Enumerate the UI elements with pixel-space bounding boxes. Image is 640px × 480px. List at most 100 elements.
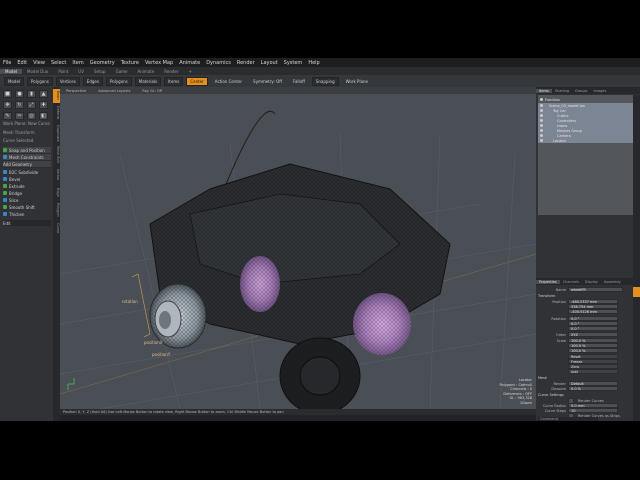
sphere-icon[interactable]: ● xyxy=(15,90,24,98)
loop-icon[interactable]: ◎ xyxy=(27,112,36,120)
layout-tab-add[interactable]: + xyxy=(184,69,197,74)
item-list-tree[interactable]: Function Scene_09_model.lxo Toy Car Cute… xyxy=(538,95,638,215)
snap-position-button[interactable]: Snap and Position xyxy=(3,147,51,154)
add-geometry-button[interactable]: Add Geometry xyxy=(3,161,51,168)
vtab-duplicate[interactable]: Duplicate xyxy=(53,123,60,143)
visibility-eye-icon[interactable] xyxy=(540,124,543,127)
layout-tab-setup[interactable]: Setup xyxy=(89,69,111,74)
visibility-eye-icon[interactable] xyxy=(540,104,543,107)
vtab-basic[interactable]: Basic xyxy=(53,89,60,103)
tool-thicken[interactable]: Thicken xyxy=(3,211,51,217)
menu-file[interactable]: File xyxy=(0,60,14,66)
toolbar-items-button[interactable]: Items xyxy=(164,76,184,86)
visibility-eye-icon[interactable] xyxy=(540,134,543,137)
rotate-icon[interactable]: ↻ xyxy=(15,101,24,109)
menu-render[interactable]: Render xyxy=(234,60,258,66)
scale-z-field[interactable]: 100.0 % xyxy=(568,348,618,353)
toolbar-vertices-button[interactable]: Vertices xyxy=(55,76,80,86)
pen-icon[interactable]: ✎ xyxy=(3,112,12,120)
toolbar-symmetry-dropdown[interactable]: Symmetry: Off xyxy=(249,77,286,86)
tab-images[interactable]: Images xyxy=(591,89,610,93)
toolbar-edges-button[interactable]: Edges xyxy=(82,76,103,86)
vtab-edge[interactable]: Edge xyxy=(53,185,60,199)
tool-bridge[interactable]: Bridge xyxy=(3,190,51,196)
visibility-eye-icon[interactable] xyxy=(540,119,543,122)
vtab-vertex[interactable]: Vertex xyxy=(53,167,60,183)
cube-icon[interactable]: ■ xyxy=(3,90,12,98)
vtab-deform[interactable]: Deform xyxy=(53,105,60,121)
menu-system[interactable]: System xyxy=(281,60,306,66)
tool-extrude[interactable]: Extrude xyxy=(3,183,51,189)
tool-slice[interactable]: Slice xyxy=(3,197,51,203)
3d-viewport[interactable]: Perspective Advanced Layouts Ray GL: Off xyxy=(60,87,536,409)
layout-tab-uv[interactable]: UV xyxy=(73,69,89,74)
position-z-field[interactable]: -400.5126 mm xyxy=(568,309,618,314)
menu-select[interactable]: Select xyxy=(48,60,69,66)
scale-icon[interactable]: ⤢ xyxy=(27,101,36,109)
vtab-mesh-edit[interactable]: Mesh Edit xyxy=(53,145,60,165)
menu-geometry[interactable]: Geometry xyxy=(87,60,118,66)
tab-items[interactable]: Items xyxy=(536,88,552,93)
tab-display[interactable]: Display xyxy=(582,280,601,284)
cone-icon[interactable]: ▲ xyxy=(39,90,48,98)
visibility-eye-icon[interactable] xyxy=(540,98,543,101)
properties-side-tab[interactable] xyxy=(633,287,640,297)
tab-channels[interactable]: Channels xyxy=(560,280,582,284)
toolbar-snapping-button[interactable]: Snapping xyxy=(311,76,339,86)
tool-b2c-subdivide[interactable]: B2C Subdivide xyxy=(3,169,51,175)
toolbar-falloff-dropdown[interactable]: Falloff xyxy=(289,77,309,86)
name-field[interactable]: wheelFR xyxy=(568,287,623,292)
command-input[interactable]: Command xyxy=(538,417,598,421)
viewport-layout-dropdown[interactable]: Advanced Layouts xyxy=(92,89,136,93)
move-icon[interactable]: ✥ xyxy=(3,101,12,109)
toolbar-work-plane-dropdown[interactable]: Work Plane xyxy=(342,77,372,86)
menu-help[interactable]: Help xyxy=(305,60,322,66)
cylinder-icon[interactable]: ▮ xyxy=(27,90,36,98)
visibility-eye-icon[interactable] xyxy=(540,109,543,112)
toolbar-polygons-mode-button[interactable]: Polygons xyxy=(27,76,53,86)
toolbar-materials-button[interactable]: Materials xyxy=(134,76,162,86)
vtab-polygon[interactable]: Polygon xyxy=(53,201,60,219)
tool-bevel[interactable]: Bevel xyxy=(3,176,51,182)
layout-tab-model[interactable]: Model xyxy=(0,68,23,74)
tree-row-function[interactable]: Function xyxy=(538,97,636,102)
menu-vertex-map[interactable]: Vertex Map xyxy=(142,60,176,66)
viewport-raygl-toggle[interactable]: Ray GL: Off xyxy=(136,89,168,93)
toolbar-center-button[interactable]: Center xyxy=(186,76,208,86)
layout-tab-render[interactable]: Render xyxy=(159,69,183,74)
tool-smooth-shift[interactable]: Smooth Shift xyxy=(3,204,51,210)
layout-tab-model-duo[interactable]: Model Duo xyxy=(22,69,53,74)
toolbar-polygons-button[interactable]: Polygons xyxy=(105,76,132,86)
menu-texture[interactable]: Texture xyxy=(118,60,142,66)
tab-shading[interactable]: Shading xyxy=(552,89,572,93)
visibility-eye-icon[interactable] xyxy=(540,114,543,117)
mirror-icon[interactable]: ◧ xyxy=(39,112,48,120)
menu-item[interactable]: Item xyxy=(69,60,86,66)
edit-dropdown[interactable]: Edit xyxy=(3,220,51,226)
tab-properties[interactable]: Properties xyxy=(536,279,560,284)
menu-view[interactable]: View xyxy=(30,60,48,66)
toolbar-action-center-dropdown[interactable]: Action Center xyxy=(211,77,246,86)
tab-groups[interactable]: Groups xyxy=(572,89,590,93)
transform-icon[interactable]: ✚ xyxy=(39,101,48,109)
knife-icon[interactable]: ✂ xyxy=(15,112,24,120)
layout-tab-animate[interactable]: Animate xyxy=(133,69,160,74)
visibility-eye-icon[interactable] xyxy=(540,129,543,132)
order-dropdown[interactable]: XYZ xyxy=(568,332,618,337)
viewport-perspective-dropdown[interactable]: Perspective xyxy=(60,89,92,93)
tab-assembly[interactable]: Assembly xyxy=(601,280,624,284)
rotation-z-field[interactable]: 0.0 ° xyxy=(568,326,618,331)
visibility-eye-icon[interactable] xyxy=(540,139,543,142)
menu-edit[interactable]: Edit xyxy=(14,60,30,66)
mesh-constraints-button[interactable]: Mesh Constraints xyxy=(3,154,51,161)
layout-tab-game[interactable]: Game xyxy=(111,69,133,74)
tree-row-locator[interactable]: Locator xyxy=(538,138,636,143)
vtab-curve[interactable]: Curve xyxy=(53,221,60,235)
toolbar-model-button[interactable]: Model xyxy=(4,76,25,86)
dissolve-field[interactable]: 0.0 % xyxy=(568,386,618,391)
menu-layout[interactable]: Layout xyxy=(258,60,281,66)
menu-dynamics[interactable]: Dynamics xyxy=(203,60,234,66)
menu-animate[interactable]: Animate xyxy=(176,60,203,66)
add-button[interactable]: Add xyxy=(568,369,618,374)
layout-tab-paint[interactable]: Paint xyxy=(53,69,73,74)
